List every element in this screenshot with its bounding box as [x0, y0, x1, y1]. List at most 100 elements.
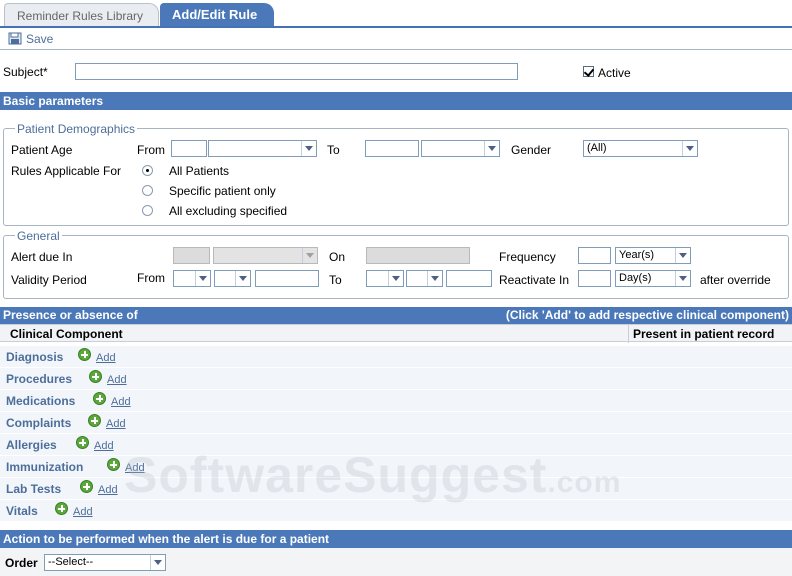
chevron-down-icon — [484, 141, 499, 156]
validity-to-year-input[interactable] — [446, 270, 492, 287]
patient-demographics-legend: Patient Demographics — [15, 122, 138, 136]
radio-all-excluding[interactable] — [142, 205, 153, 216]
order-value: --Select-- — [48, 556, 94, 568]
validity-from-year-input[interactable] — [255, 270, 319, 287]
chevron-down-icon — [301, 141, 316, 156]
patient-age-label: Patient Age — [11, 143, 73, 157]
clinical-table-header: Clinical Component Present in patient re… — [0, 324, 792, 343]
reactivate-unit-select[interactable]: Day(s) — [615, 270, 691, 287]
add-circle-icon[interactable] — [80, 480, 93, 493]
reactivate-input[interactable] — [578, 270, 611, 287]
component-allergies: Allergies — [6, 438, 57, 452]
chevron-down-icon — [235, 271, 250, 286]
tab-reminder-rules-library[interactable]: Reminder Rules Library — [4, 3, 159, 27]
chevron-down-icon — [195, 271, 210, 286]
alert-due-label: Alert due In — [11, 250, 73, 264]
chevron-down-icon — [302, 248, 317, 263]
alert-due-input — [173, 247, 210, 264]
subject-input[interactable] — [75, 63, 518, 80]
active-checkbox[interactable] — [583, 66, 594, 77]
frequency-unit-value: Year(s) — [619, 249, 655, 261]
option-specific-patient-label: Specific patient only — [169, 184, 276, 198]
after-override-label: after override — [700, 273, 771, 287]
add-circle-icon[interactable] — [55, 502, 68, 515]
clinical-row: Procedures Add — [0, 368, 792, 390]
alert-on-label: On — [329, 250, 346, 264]
validity-from-month-select[interactable] — [173, 270, 211, 287]
gender-value: (All) — [587, 142, 607, 154]
add-vitals-link[interactable]: Add — [73, 506, 93, 518]
option-all-excluding-label: All excluding specified — [169, 204, 288, 218]
validity-to-month-select[interactable] — [366, 270, 404, 287]
add-circle-icon[interactable] — [93, 392, 106, 405]
clinical-row: Complaints Add — [0, 412, 792, 434]
add-circle-icon[interactable] — [88, 414, 101, 427]
validity-to-label: To — [329, 273, 342, 287]
order-label: Order — [5, 556, 38, 570]
tab-bar: Reminder Rules Library Add/Edit Rule — [0, 0, 792, 28]
age-to-input[interactable] — [365, 140, 419, 157]
clinical-row: Diagnosis Add — [0, 346, 792, 368]
component-lab-tests: Lab Tests — [6, 482, 62, 496]
component-vitals: Vitals — [6, 504, 38, 518]
component-complaints: Complaints — [6, 416, 72, 430]
save-button[interactable]: Save — [8, 32, 53, 46]
validity-from-day-select[interactable] — [214, 270, 251, 287]
presence-hint: (Click 'Add' to add respective clinical … — [505, 308, 789, 322]
component-procedures: Procedures — [6, 372, 73, 386]
add-allergies-link[interactable]: Add — [94, 440, 114, 452]
add-diagnosis-link[interactable]: Add — [96, 352, 116, 364]
chevron-down-icon — [150, 555, 165, 570]
order-row: Order --Select-- — [0, 548, 792, 576]
age-from-label: From — [137, 143, 165, 157]
add-circle-icon[interactable] — [107, 458, 120, 471]
add-complaints-link[interactable]: Add — [106, 418, 126, 430]
add-circle-icon[interactable] — [89, 370, 102, 383]
chevron-down-icon — [427, 271, 442, 286]
watermark: SoftwareSuggest.com — [124, 446, 621, 504]
add-lab-tests-link[interactable]: Add — [98, 484, 118, 496]
chevron-down-icon — [682, 141, 697, 156]
add-procedures-link[interactable]: Add — [107, 374, 127, 386]
clinical-row: Medications Add — [0, 390, 792, 412]
reactivate-label: Reactivate In — [499, 273, 570, 287]
age-to-unit-select[interactable] — [421, 140, 500, 157]
general-legend: General — [15, 229, 62, 243]
gender-select[interactable]: (All) — [583, 140, 698, 157]
validity-from-label: From — [137, 271, 165, 285]
component-immunization: Immunization — [6, 460, 84, 474]
frequency-label: Frequency — [499, 250, 556, 264]
frequency-unit-select[interactable]: Year(s) — [615, 247, 691, 264]
column-divider — [628, 325, 629, 343]
add-circle-icon[interactable] — [78, 348, 91, 361]
component-diagnosis: Diagnosis — [6, 350, 64, 364]
general-group — [3, 235, 789, 299]
watermark-suffix: .com — [547, 466, 622, 499]
add-circle-icon[interactable] — [76, 436, 89, 449]
validity-to-day-select[interactable] — [406, 270, 443, 287]
presence-title: Presence or absence of — [3, 308, 138, 322]
save-label: Save — [26, 32, 54, 46]
chevron-down-icon — [675, 248, 690, 263]
col-present-in-record: Present in patient record — [633, 327, 775, 341]
age-to-label: To — [327, 143, 340, 157]
frequency-input[interactable] — [578, 247, 611, 264]
save-icon — [8, 32, 22, 45]
chevron-down-icon — [675, 271, 690, 286]
subject-label: Subject* — [3, 65, 48, 79]
order-select[interactable]: --Select-- — [44, 554, 166, 571]
age-from-input[interactable] — [171, 140, 207, 157]
active-label: Active — [598, 66, 631, 80]
option-all-patients-label: All Patients — [169, 164, 230, 178]
age-from-unit-select[interactable] — [208, 140, 317, 157]
col-clinical-component: Clinical Component — [10, 327, 123, 341]
validity-period-label: Validity Period — [11, 273, 87, 287]
alert-due-unit-select — [213, 247, 318, 264]
action-header: Action to be performed when the alert is… — [0, 530, 792, 548]
rules-applicable-label: Rules Applicable For — [11, 164, 122, 178]
alert-on-input — [366, 247, 470, 264]
radio-all-patients[interactable] — [142, 165, 153, 176]
add-medications-link[interactable]: Add — [111, 396, 131, 408]
tab-add-edit-rule[interactable]: Add/Edit Rule — [160, 3, 274, 27]
radio-specific-patient[interactable] — [142, 185, 153, 196]
